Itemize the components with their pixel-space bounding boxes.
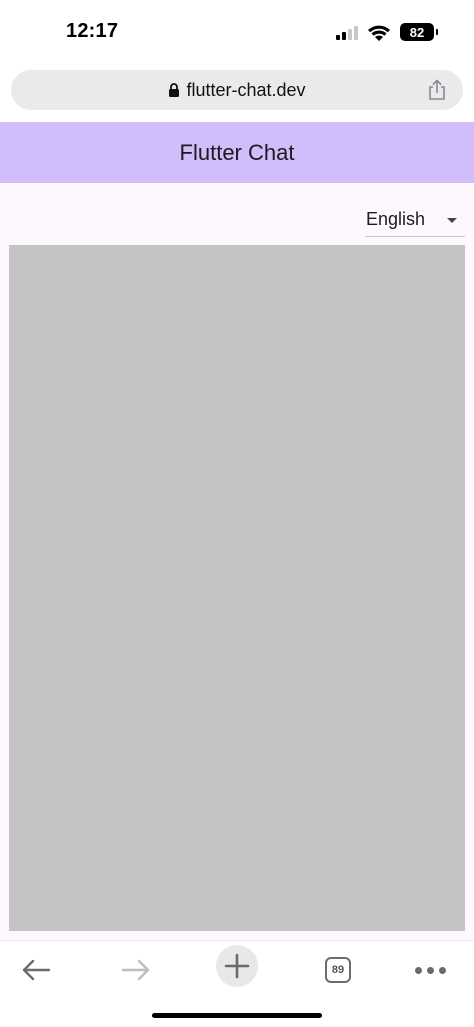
forward-button[interactable] xyxy=(114,947,158,993)
tabs-icon: 89 xyxy=(325,957,351,983)
dropdown-arrow-icon xyxy=(447,218,457,223)
app-title: Flutter Chat xyxy=(179,139,295,165)
back-button[interactable] xyxy=(14,947,58,993)
back-arrow-icon xyxy=(22,959,51,981)
app-bar: Flutter Chat xyxy=(0,122,474,183)
battery-level: 82 xyxy=(409,24,425,40)
forward-arrow-icon xyxy=(121,959,150,981)
chat-canvas-area[interactable] xyxy=(9,245,465,931)
status-icons: 82 xyxy=(336,20,438,44)
wifi-icon xyxy=(368,25,390,41)
lock-icon xyxy=(169,83,180,97)
home-indicator xyxy=(152,1013,322,1018)
plus-icon xyxy=(224,953,250,979)
status-time: 12:17 xyxy=(66,20,119,42)
battery-icon: 82 xyxy=(400,23,438,41)
tabs-button[interactable]: 89 xyxy=(318,947,358,993)
language-selected-value: English xyxy=(366,209,426,229)
share-icon[interactable] xyxy=(427,79,447,101)
main-content: English xyxy=(0,183,474,940)
tab-count: 89 xyxy=(331,964,345,976)
signal-icon xyxy=(336,24,358,40)
browser-toolbar: 89 xyxy=(0,940,474,1027)
url-display[interactable]: flutter-chat.dev xyxy=(11,70,463,110)
more-button[interactable] xyxy=(408,947,452,993)
new-tab-button[interactable] xyxy=(216,945,258,987)
url-text: flutter-chat.dev xyxy=(186,79,306,100)
status-bar: 12:17 82 xyxy=(0,0,474,64)
address-bar[interactable]: flutter-chat.dev xyxy=(11,70,463,110)
language-select[interactable]: English xyxy=(365,203,465,237)
more-icon xyxy=(414,966,446,974)
browser-address-area: flutter-chat.dev xyxy=(0,64,474,122)
